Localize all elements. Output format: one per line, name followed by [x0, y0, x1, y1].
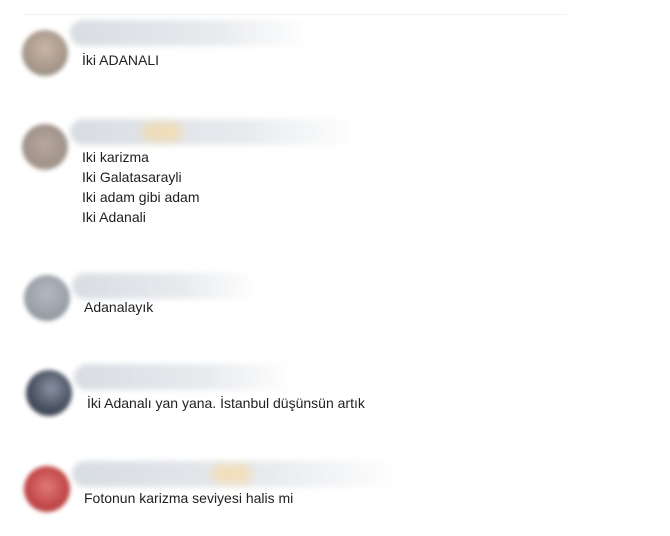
avatar[interactable] — [22, 30, 68, 76]
avatar[interactable] — [22, 124, 68, 170]
author-name-blurred[interactable] — [70, 119, 360, 145]
author-name-blurred[interactable] — [70, 20, 310, 46]
reply-text: İki ADANALI — [82, 52, 160, 68]
reply-text: İki Adanalı yan yana. İstanbul düşünsün … — [87, 395, 365, 411]
reply-text: Adanalayık — [84, 299, 154, 315]
avatar[interactable] — [26, 370, 72, 416]
avatar[interactable] — [24, 466, 70, 512]
author-name-blurred[interactable] — [74, 364, 294, 390]
top-divider — [22, 14, 567, 15]
author-name-blurred[interactable] — [72, 461, 402, 487]
reply-text: Iki karizma Iki Galatasarayli Iki adam g… — [82, 149, 200, 225]
avatar[interactable] — [24, 275, 70, 321]
reply-text: Fotonun karizma seviyesi halis mi — [84, 490, 294, 506]
author-name-blurred[interactable] — [72, 273, 257, 299]
